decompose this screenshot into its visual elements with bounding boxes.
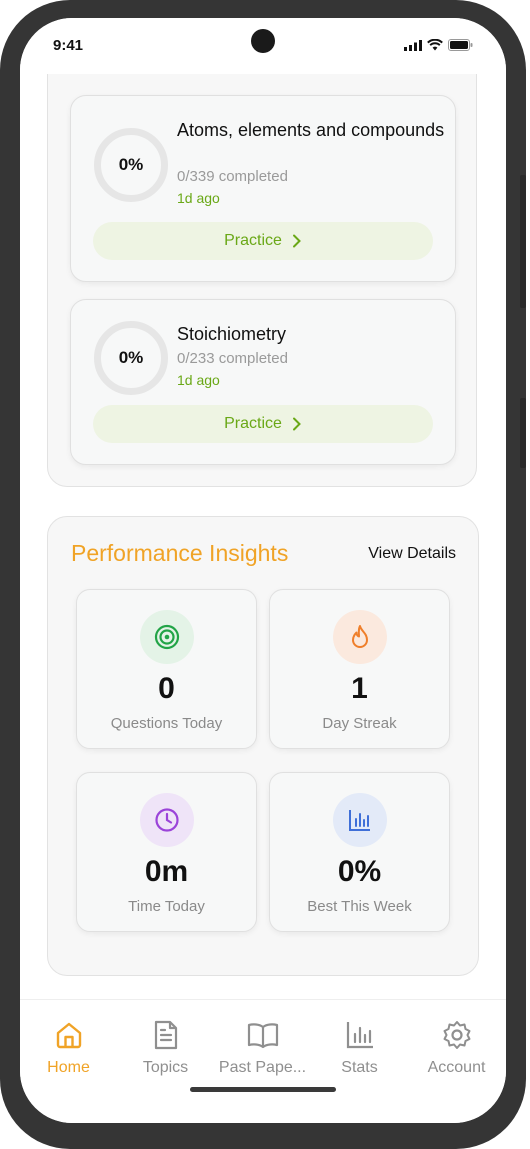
stat-best-this-week[interactable]: 0% Best This Week <box>269 772 450 932</box>
stat-value: 1 <box>351 672 368 705</box>
tab-stats[interactable]: Stats <box>311 1018 408 1077</box>
status-icons <box>404 39 473 51</box>
phone-frame: 9:41 0% Atoms, elements and compounds 0/… <box>0 0 526 1149</box>
home-indicator[interactable] <box>190 1087 336 1092</box>
stat-day-streak[interactable]: 1 Day Streak <box>269 589 450 749</box>
wifi-icon <box>427 39 443 51</box>
front-camera <box>251 29 275 53</box>
stat-label: Questions Today <box>110 715 223 732</box>
stat-value: 0m <box>144 855 189 888</box>
tab-label: Past Pape... <box>218 1059 307 1076</box>
tab-label: Home <box>47 1059 90 1076</box>
status-bar: 9:41 <box>20 18 506 74</box>
bar-chart-icon <box>333 793 387 847</box>
tab-account[interactable]: Account <box>408 1018 505 1077</box>
performance-insights-title: Performance Insights <box>71 540 289 566</box>
topic-completed: 0/339 completed <box>177 168 288 185</box>
bottom-tab-bar: Home Topics Past Pape... Stats Account <box>20 999 506 1123</box>
home-icon <box>56 1022 81 1049</box>
signal-icon <box>404 39 422 51</box>
tab-home[interactable]: Home <box>20 1018 117 1077</box>
side-button-upper <box>520 175 526 308</box>
book-icon <box>247 1023 278 1049</box>
side-button-lower <box>520 398 526 468</box>
tab-label: Topics <box>142 1059 189 1076</box>
stat-questions-today[interactable]: 0 Questions Today <box>76 589 257 749</box>
status-time: 9:41 <box>53 37 84 54</box>
document-icon <box>154 1020 177 1050</box>
tab-label: Stats <box>341 1059 378 1076</box>
progress-ring: 0% <box>94 321 168 395</box>
stat-label: Day Streak <box>322 715 397 732</box>
stat-value: 0% <box>337 855 382 888</box>
topic-last-activity: 1d ago <box>177 190 220 206</box>
topic-last-activity: 1d ago <box>177 372 220 388</box>
performance-insights-card: Performance Insights View Details 0 Ques… <box>47 516 479 976</box>
practice-label: Practice <box>224 415 282 432</box>
stats-icon <box>346 1022 373 1049</box>
view-details-link[interactable]: View Details <box>368 545 456 563</box>
battery-icon <box>448 39 473 51</box>
tab-past-papers[interactable]: Past Pape... <box>214 1018 311 1077</box>
stat-value: 0 <box>158 672 175 705</box>
screen: 9:41 0% Atoms, elements and compounds 0/… <box>20 18 506 1123</box>
practice-button[interactable]: Practice <box>93 405 433 443</box>
progress-ring: 0% <box>94 128 168 202</box>
topic-name: Atoms, elements and compounds <box>177 120 445 140</box>
topic-completed: 0/233 completed <box>177 350 288 367</box>
tab-topics[interactable]: Topics <box>117 1018 214 1077</box>
topic-card[interactable]: 0% Atoms, elements and compounds 0/339 c… <box>70 95 456 282</box>
topic-name: Stoichiometry <box>177 324 287 344</box>
flame-icon <box>333 610 387 664</box>
target-icon <box>140 610 194 664</box>
main-scroll[interactable]: 0% Atoms, elements and compounds 0/339 c… <box>20 74 506 1002</box>
stat-label: Time Today <box>128 898 205 915</box>
clock-icon <box>140 793 194 847</box>
practice-button[interactable]: Practice <box>93 222 433 260</box>
tab-label: Account <box>427 1059 486 1076</box>
stat-time-today[interactable]: 0m Time Today <box>76 772 257 932</box>
chevron-right-icon <box>292 417 301 431</box>
practice-label: Practice <box>224 232 282 249</box>
gear-icon <box>443 1021 470 1049</box>
chevron-right-icon <box>292 234 301 248</box>
topic-card[interactable]: 0% Stoichiometry 0/233 completed 1d ago … <box>70 299 456 465</box>
stat-label: Best This Week <box>307 898 412 915</box>
